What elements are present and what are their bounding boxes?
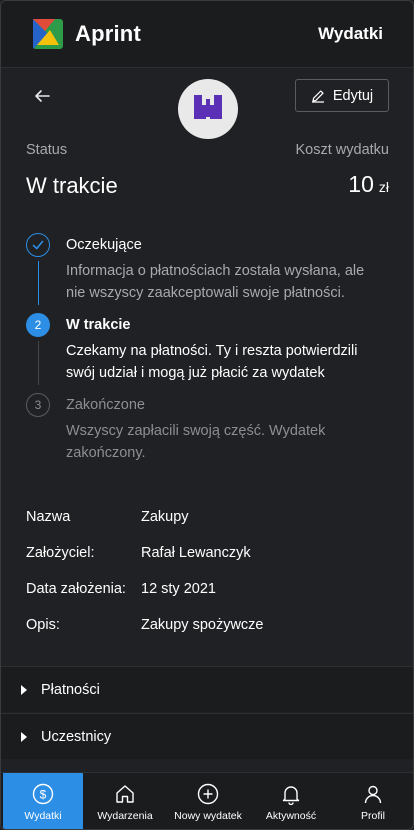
detail-value: Rafał Lewanczyk — [141, 545, 251, 561]
user-icon — [361, 782, 385, 806]
expense-details: Edytuj Status W trakcie Koszt wydatku 10… — [1, 69, 413, 771]
plus-circle-icon — [196, 782, 220, 806]
nav-item-nowy-wydatek[interactable]: Nowy wydatek — [167, 773, 249, 829]
brand[interactable]: Aprint — [33, 19, 141, 49]
bell-icon — [279, 782, 303, 806]
aprint-logo-icon — [33, 19, 63, 49]
detail-value: Zakupy — [141, 509, 189, 525]
nav-label: Wydarzenia — [97, 810, 153, 822]
pencil-icon — [311, 89, 324, 103]
dollar-circle-icon: $ — [31, 782, 55, 806]
nav-item-profil[interactable]: Profil — [333, 773, 413, 829]
arrow-left-icon — [35, 90, 50, 102]
detail-key: Data założenia: — [26, 581, 126, 597]
nav-label: Wydatki — [24, 810, 62, 822]
participants-section-toggle[interactable]: Uczestnicy — [1, 713, 413, 759]
step-number-badge: 2 — [26, 313, 50, 337]
nav-item-wydarzenia[interactable]: Wydarzenia — [85, 773, 165, 829]
nav-item-aktywnosc[interactable]: Aktywność — [251, 773, 331, 829]
step-title: Oczekujące — [66, 237, 142, 253]
home-icon — [113, 782, 137, 806]
castle-tower-icon — [194, 95, 222, 123]
nav-label: Profil — [361, 810, 385, 822]
cost-label: Koszt wydatku — [295, 142, 390, 158]
detail-key: Opis: — [26, 617, 60, 633]
status-label: Status — [26, 142, 68, 158]
nav-label: Nowy wydatek — [174, 810, 242, 822]
edit-button[interactable]: Edytuj — [295, 79, 389, 112]
back-button[interactable] — [27, 81, 57, 111]
payments-section-toggle[interactable]: Płatności — [1, 666, 413, 712]
step-title: Zakończone — [66, 397, 145, 413]
detail-key: Założyciel: — [26, 545, 95, 561]
caret-right-icon — [21, 731, 27, 742]
detail-key: Nazwa — [26, 509, 71, 525]
step-connector — [37, 341, 39, 385]
step-description: Wszyscy zapłacili swoją część. Wydatek z… — [66, 423, 326, 461]
header-title: Wydatki — [318, 24, 383, 43]
cost-unit: zł — [378, 179, 389, 195]
step-connector — [37, 261, 39, 305]
nav-item-wydatki[interactable]: $ Wydatki — [3, 773, 83, 829]
check-circle-icon — [26, 233, 50, 257]
edit-label: Edytuj — [332, 87, 374, 104]
step-number-badge: 3 — [26, 393, 50, 417]
step-title: W trakcie — [66, 317, 131, 333]
nav-label: Aktywność — [265, 810, 317, 822]
status-value: W trakcie — [26, 173, 118, 198]
step-description: Informacja o płatnościach została wysłan… — [66, 263, 365, 301]
caret-right-icon — [21, 684, 27, 695]
section-label: Uczestnicy — [41, 728, 112, 745]
step-description: Czekamy na płatności. Ty i reszta potwie… — [66, 343, 358, 381]
top-bar: Aprint Wydatki — [1, 1, 413, 68]
cost-amount: 10 — [348, 171, 374, 197]
detail-value: Zakupy spożywcze — [141, 617, 264, 633]
bottom-navigation: $ Wydatki Wydarzenia Nowy wydatek Aktywn… — [1, 772, 413, 829]
section-label: Płatności — [41, 681, 100, 698]
app-name: Aprint — [75, 21, 141, 46]
expense-avatar — [178, 79, 238, 139]
cost-value: 10 zł — [348, 171, 389, 198]
app-frame: Aprint Wydatki Edytuj Status W trakcie K… — [0, 0, 414, 830]
svg-text:$: $ — [40, 788, 47, 802]
detail-value: 12 sty 2021 — [141, 581, 216, 597]
